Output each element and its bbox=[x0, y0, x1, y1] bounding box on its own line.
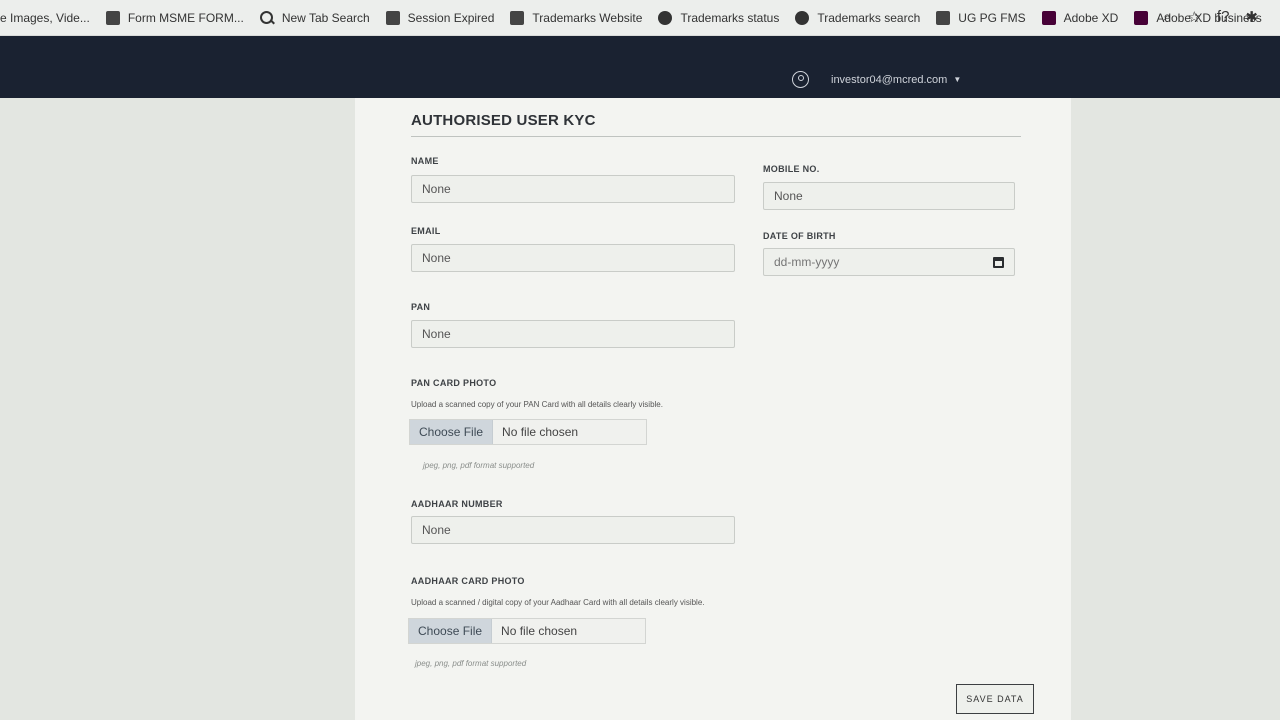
mobile-field[interactable] bbox=[763, 182, 1015, 210]
aadhaar-photo-label: AADHAAR CARD PHOTO bbox=[411, 576, 525, 586]
aadhaar-field[interactable] bbox=[411, 516, 735, 544]
pan-input[interactable] bbox=[422, 327, 734, 341]
title-divider bbox=[411, 136, 1021, 137]
bookmarks-bar: e Images, Vide... Form MSME FORM... New … bbox=[0, 0, 1280, 36]
bookmark-trademarks-search[interactable]: Trademarks search bbox=[795, 10, 920, 25]
pan-photo-label: PAN CARD PHOTO bbox=[411, 378, 497, 388]
pan-field[interactable] bbox=[411, 320, 735, 348]
aadhaar-input[interactable] bbox=[422, 523, 734, 537]
dob-label: DATE OF BIRTH bbox=[763, 231, 836, 241]
aadhaar-choose-file-button[interactable]: Choose File bbox=[409, 619, 493, 643]
email-input[interactable] bbox=[422, 251, 734, 265]
extensions-icon[interactable]: ✱ bbox=[1245, 8, 1258, 26]
star-icon[interactable]: ☆ bbox=[1187, 8, 1200, 26]
kyc-form-card: AUTHORISED USER KYC NAME MOBILE NO. EMAI… bbox=[355, 98, 1071, 720]
search-icon bbox=[259, 10, 274, 25]
bookmark-trademarks-status[interactable]: Trademarks status bbox=[658, 10, 779, 25]
bookmark-msme-form[interactable]: Form MSME FORM... bbox=[105, 10, 244, 25]
dob-field[interactable] bbox=[763, 248, 1015, 276]
top-navbar: investor04@mcred.com ▼ bbox=[0, 36, 1280, 104]
save-data-button[interactable]: SAVE DATA bbox=[956, 684, 1034, 714]
pan-file-status: No file chosen bbox=[502, 425, 579, 439]
mobile-input[interactable] bbox=[774, 189, 1014, 203]
name-label: NAME bbox=[411, 156, 439, 166]
bookmark-ug-pg-fms[interactable]: UG PG FMS bbox=[936, 10, 1026, 25]
name-input[interactable] bbox=[422, 182, 734, 196]
pan-photo-format-hint: jpeg, png, pdf format supported bbox=[423, 461, 535, 470]
aadhaar-label: AADHAAR NUMBER bbox=[411, 499, 503, 509]
page-icon bbox=[385, 10, 400, 25]
pan-label: PAN bbox=[411, 302, 431, 312]
dob-input[interactable] bbox=[774, 255, 1014, 269]
globe-icon bbox=[658, 10, 673, 25]
aadhaar-photo-file-input[interactable]: Choose File No file chosen bbox=[408, 618, 646, 644]
calendar-icon[interactable] bbox=[993, 257, 1004, 268]
document-icon bbox=[105, 10, 120, 25]
bookmark-icon bbox=[936, 10, 951, 25]
browser-tools: ⌕ ☆ f? ✱ bbox=[1163, 8, 1258, 26]
zoom-icon[interactable]: ⌕ bbox=[1163, 8, 1171, 26]
bookmark-adobe-xd[interactable]: Adobe XD bbox=[1041, 10, 1118, 25]
function-icon[interactable]: f? bbox=[1217, 8, 1230, 26]
bookmark-images[interactable]: e Images, Vide... bbox=[0, 11, 90, 25]
bookmark-trademarks-website[interactable]: Trademarks Website bbox=[510, 10, 642, 25]
bookmark-new-tab-search[interactable]: New Tab Search bbox=[259, 10, 370, 25]
email-field[interactable] bbox=[411, 244, 735, 272]
aadhaar-photo-help: Upload a scanned / digital copy of your … bbox=[411, 598, 705, 607]
mobile-label: MOBILE NO. bbox=[763, 164, 820, 174]
chess-icon bbox=[510, 10, 525, 25]
adobe-xd-icon bbox=[1041, 10, 1056, 25]
globe-icon bbox=[795, 10, 810, 25]
caret-down-icon: ▼ bbox=[953, 75, 962, 84]
name-field[interactable] bbox=[411, 175, 735, 203]
user-menu[interactable]: investor04@mcred.com ▼ bbox=[786, 56, 970, 104]
bookmark-session-expired[interactable]: Session Expired bbox=[385, 10, 494, 25]
page-title: AUTHORISED USER KYC bbox=[411, 112, 596, 129]
adobe-xd-icon bbox=[1134, 10, 1149, 25]
user-email: investor04@mcred.com bbox=[831, 73, 948, 86]
aadhaar-photo-format-hint: jpeg, png, pdf format supported bbox=[415, 659, 527, 668]
email-label: EMAIL bbox=[411, 226, 441, 236]
pan-choose-file-button[interactable]: Choose File bbox=[410, 420, 494, 444]
pan-photo-file-input[interactable]: Choose File No file chosen bbox=[409, 419, 647, 445]
user-icon bbox=[792, 71, 809, 88]
aadhaar-file-status: No file chosen bbox=[501, 624, 578, 638]
pan-photo-help: Upload a scanned copy of your PAN Card w… bbox=[411, 400, 663, 409]
